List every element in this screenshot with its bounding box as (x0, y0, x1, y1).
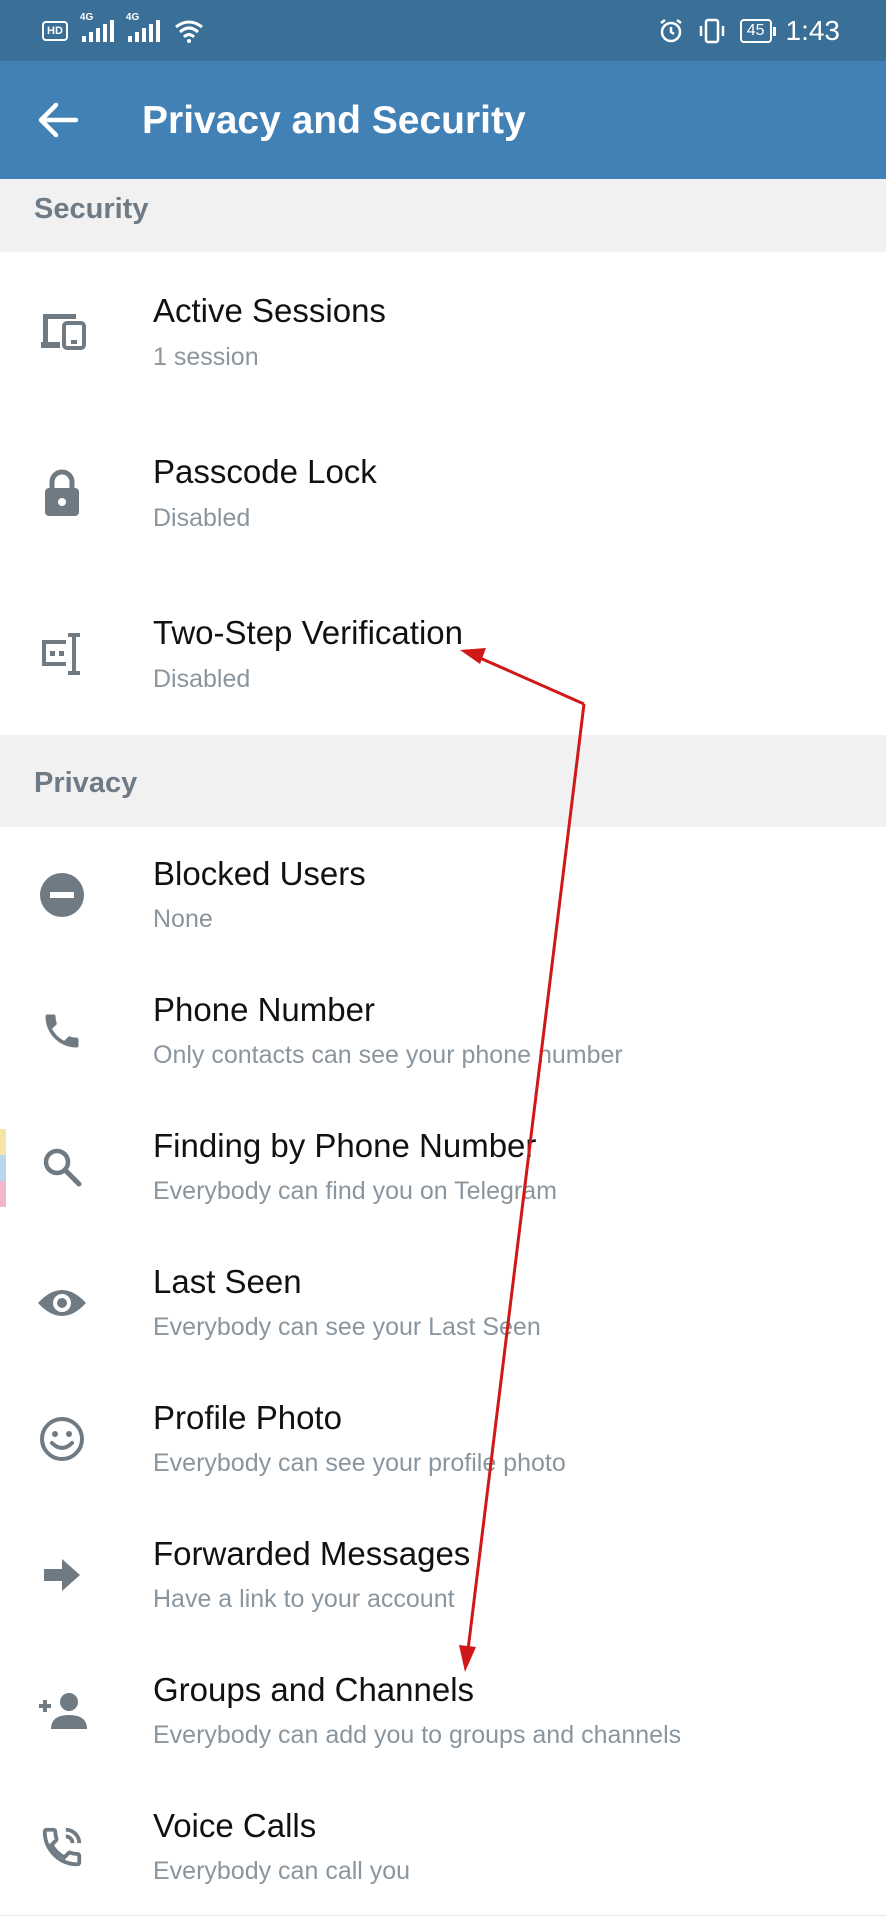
settings-item-voice-calls[interactable]: Voice Calls Everybody can call you (0, 1779, 886, 1916)
eye-icon (32, 1273, 92, 1333)
signal-icon-2: 4G (126, 12, 160, 42)
item-subtitle: Everybody can see your profile photo (153, 1449, 566, 1477)
settings-item-profile-photo[interactable]: Profile Photo Everybody can see your pro… (0, 1371, 886, 1508)
item-title: Blocked Users (153, 855, 366, 892)
settings-item-phone-number[interactable]: Phone Number Only contacts can see your … (0, 963, 886, 1100)
wifi-icon (174, 20, 203, 43)
settings-item-groups-and-channels[interactable]: Groups and Channels Everybody can add yo… (0, 1643, 886, 1780)
item-subtitle: 1 session (153, 343, 259, 371)
password-key-icon (32, 624, 92, 684)
edge-strip (0, 1155, 6, 1181)
settings-item-passcode-lock[interactable]: Passcode Lock Disabled (0, 413, 886, 575)
status-left: HD 4G 4G (42, 12, 204, 46)
settings-item-finding-by-phone-number[interactable]: Finding by Phone Number Everybody can fi… (0, 1099, 886, 1236)
item-title: Forwarded Messages (153, 1535, 471, 1572)
item-title: Passcode Lock (153, 453, 377, 490)
item-title: Last Seen (153, 1263, 302, 1300)
item-subtitle: Have a link to your account (153, 1585, 455, 1613)
edge-strip (0, 1181, 6, 1207)
alarm-icon (659, 19, 682, 43)
forward-arrow-icon (32, 1545, 92, 1605)
item-title: Two-Step Verification (153, 614, 463, 651)
item-subtitle: None (153, 905, 213, 933)
item-title: Active Sessions (153, 292, 386, 329)
page-title: Privacy and Security (142, 99, 526, 142)
phone-icon (32, 1001, 92, 1061)
search-icon (32, 1137, 92, 1197)
settings-item-active-sessions[interactable]: Active Sessions 1 session (0, 252, 886, 414)
item-subtitle: Everybody can find you on Telegram (153, 1177, 557, 1205)
phone-call-icon (32, 1817, 92, 1877)
item-title: Voice Calls (153, 1807, 317, 1844)
item-subtitle: Disabled (153, 504, 251, 532)
settings-item-forwarded-messages[interactable]: Forwarded Messages Have a link to your a… (0, 1507, 886, 1644)
settings-item-last-seen[interactable]: Last Seen Everybody can see your Last Se… (0, 1235, 886, 1372)
add-person-icon (32, 1681, 92, 1741)
item-title: Groups and Channels (153, 1671, 475, 1708)
settings-item-two-step-verification[interactable]: Two-Step Verification Disabled (0, 574, 886, 736)
app-bar: Privacy and Security (0, 61, 886, 179)
status-bar: HD 4G 4G 45 1:43 (0, 0, 886, 61)
section-label: Security (34, 193, 149, 225)
lock-icon (32, 463, 92, 523)
network-label-1: 4G (79, 12, 94, 23)
hd-badge: HD (42, 21, 68, 41)
signal-icon-1: 4G (80, 12, 114, 42)
item-title: Phone Number (153, 991, 375, 1028)
edge-strip (0, 1129, 6, 1155)
section-header-security: Security (0, 179, 886, 252)
item-title: Finding by Phone Number (153, 1127, 537, 1164)
item-title: Profile Photo (153, 1399, 342, 1436)
back-arrow-icon[interactable] (32, 97, 82, 143)
section-label: Privacy (34, 767, 138, 799)
item-subtitle: Only contacts can see your phone number (153, 1041, 623, 1069)
section-header-privacy: Privacy (0, 735, 886, 827)
smiley-icon (32, 1409, 92, 1469)
clock: 1:43 (785, 15, 841, 46)
block-icon (32, 865, 92, 925)
vibrate-icon (699, 18, 724, 44)
item-subtitle: Everybody can call you (153, 1857, 411, 1885)
battery-indicator: 45 (739, 19, 776, 43)
devices-icon (32, 302, 92, 362)
status-right: 45 1:43 (658, 12, 840, 50)
item-subtitle: Disabled (153, 665, 251, 693)
settings-item-blocked-users[interactable]: Blocked Users None (0, 827, 886, 964)
item-subtitle: Everybody can add you to groups and chan… (153, 1721, 682, 1749)
item-subtitle: Everybody can see your Last Seen (153, 1313, 541, 1341)
network-label-2: 4G (125, 12, 140, 23)
